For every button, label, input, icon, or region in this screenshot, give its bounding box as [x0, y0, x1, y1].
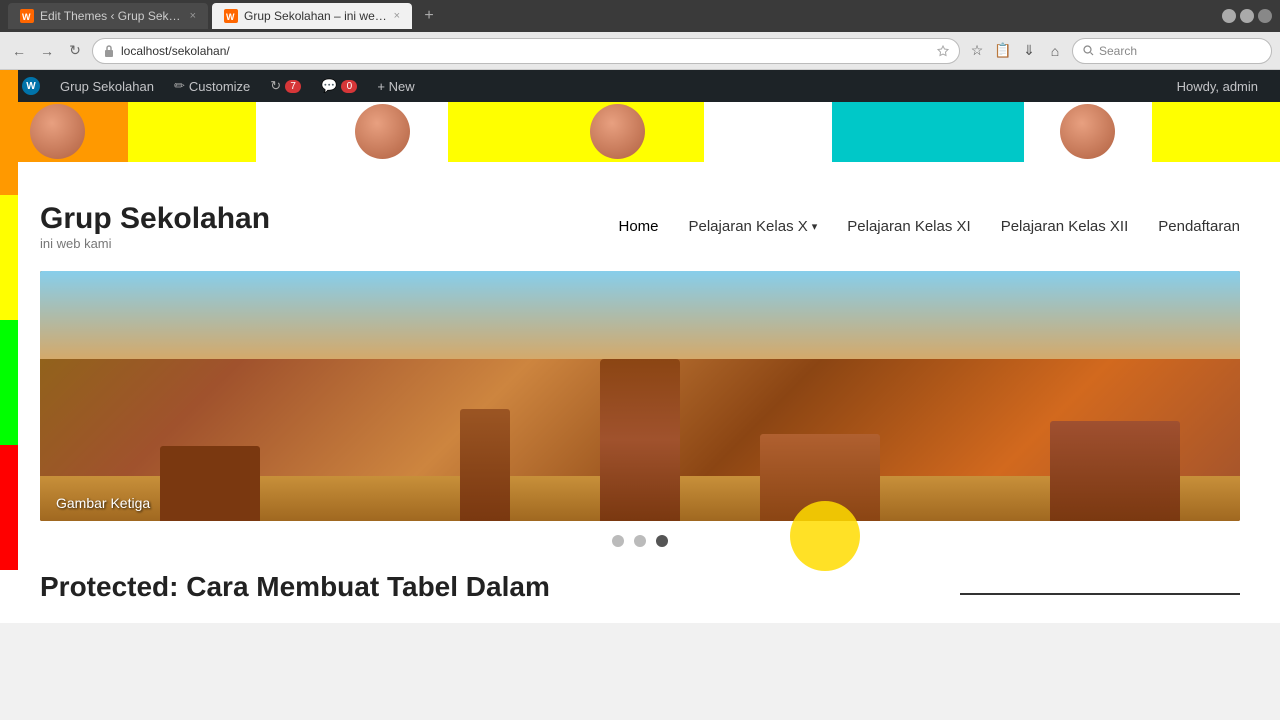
slider-controls-area: [40, 521, 1240, 561]
browser-titlebar: W Edit Themes ‹ Grup Sekola... × W Grup …: [0, 0, 1280, 32]
site-branding: Grup Sekolahan ini web kami: [40, 202, 270, 251]
nav-kelas-x[interactable]: Pelajaran Kelas X ▾: [689, 218, 818, 235]
article-divider: [960, 593, 1240, 595]
search-placeholder: Search: [1099, 44, 1137, 58]
nav-home[interactable]: Home: [618, 218, 658, 235]
svg-text:W: W: [22, 12, 31, 22]
home-nav-icon[interactable]: ⌂: [1044, 40, 1066, 62]
slider-dots: [40, 521, 1240, 561]
comments-badge: 0: [341, 80, 357, 93]
tab1-label: Edit Themes ‹ Grup Sekola...: [40, 9, 184, 23]
avatar-4: [1060, 104, 1115, 159]
new-tab-button[interactable]: +: [416, 3, 442, 29]
article-title-area: Protected: Cara Membuat Tabel Dalam: [40, 561, 1240, 603]
bookmark-star-icon: [937, 45, 949, 57]
tab2-close[interactable]: ×: [394, 10, 400, 22]
wp-customize-label: Customize: [189, 79, 250, 94]
browser-toolbar: ← → ↻ localhost/sekolahan/ ☆ 📋 ⇓ ⌂ Searc…: [0, 32, 1280, 70]
svg-text:W: W: [226, 12, 235, 22]
color-strip: [0, 102, 1280, 162]
wp-logo: W: [22, 77, 40, 95]
tab2-favicon: W: [224, 9, 238, 23]
download-icon[interactable]: ⇓: [1018, 40, 1040, 62]
wp-greeting: Howdy, admin: [1167, 79, 1268, 94]
image-slider[interactable]: Gambar Ketiga: [40, 271, 1240, 521]
window-controls: [1222, 9, 1272, 23]
wp-site-name[interactable]: Grup Sekolahan: [50, 70, 164, 102]
search-icon: [1083, 45, 1094, 56]
dot-2[interactable]: [634, 535, 646, 547]
avatar-3: [590, 104, 645, 159]
dot-3[interactable]: [656, 535, 668, 547]
slider-image: Gambar Ketiga: [40, 271, 1240, 521]
wp-customize[interactable]: ✏ Customize: [164, 70, 260, 102]
wp-admin-bar: W Grup Sekolahan ✏ Customize ↻ 7 💬 0 + N…: [0, 70, 1280, 102]
forward-button[interactable]: →: [36, 40, 58, 62]
back-button[interactable]: ←: [8, 40, 30, 62]
search-bar[interactable]: Search: [1072, 38, 1272, 64]
history-icon[interactable]: 📋: [992, 40, 1014, 62]
dropdown-icon: ▾: [812, 220, 818, 233]
canyon-scene: [40, 271, 1240, 521]
main-content: Grup Sekolahan ini web kami Home Pelajar…: [0, 162, 1280, 623]
site-tagline: ini web kami: [40, 236, 270, 251]
close-button[interactable]: [1258, 9, 1272, 23]
maximize-button[interactable]: [1240, 9, 1254, 23]
slider-caption: Gambar Ketiga: [56, 495, 150, 511]
nav-pendaftaran[interactable]: Pendaftaran: [1158, 218, 1240, 235]
tab1-favicon: W: [20, 9, 34, 23]
nav-kelas-xii[interactable]: Pelajaran Kelas XII: [1001, 218, 1129, 235]
site-header: Grup Sekolahan ini web kami Home Pelajar…: [40, 182, 1240, 271]
nav-kelas-xi[interactable]: Pelajaran Kelas XI: [847, 218, 970, 235]
wp-site-name-label: Grup Sekolahan: [60, 79, 154, 94]
wp-comments[interactable]: 💬 0: [311, 70, 367, 102]
updates-badge: 7: [285, 80, 301, 93]
site-title: Grup Sekolahan: [40, 202, 270, 236]
tab2-label: Grup Sekolahan – ini web k...: [244, 9, 388, 23]
toolbar-icons: ☆ 📋 ⇓ ⌂: [966, 40, 1066, 62]
browser-tab-1[interactable]: W Edit Themes ‹ Grup Sekola... ×: [8, 3, 208, 29]
browser-tab-2[interactable]: W Grup Sekolahan – ini web k... ×: [212, 3, 412, 29]
address-text: localhost/sekolahan/: [121, 44, 931, 58]
reload-button[interactable]: ↻: [64, 40, 86, 62]
dot-1[interactable]: [612, 535, 624, 547]
tab1-close[interactable]: ×: [190, 10, 196, 22]
avatar-2: [355, 104, 410, 159]
lock-icon: [103, 45, 115, 57]
wp-updates[interactable]: ↻ 7: [260, 70, 311, 102]
wp-new-label: + New: [377, 79, 414, 94]
article-title: Protected: Cara Membuat Tabel Dalam: [40, 571, 550, 603]
site-nav: Home Pelajaran Kelas X ▾ Pelajaran Kelas…: [618, 218, 1240, 235]
minimize-button[interactable]: [1222, 9, 1236, 23]
bookmark-icon[interactable]: ☆: [966, 40, 988, 62]
wp-new[interactable]: + New: [367, 70, 424, 102]
avatar-1: [30, 104, 85, 159]
address-bar[interactable]: localhost/sekolahan/: [92, 38, 960, 64]
